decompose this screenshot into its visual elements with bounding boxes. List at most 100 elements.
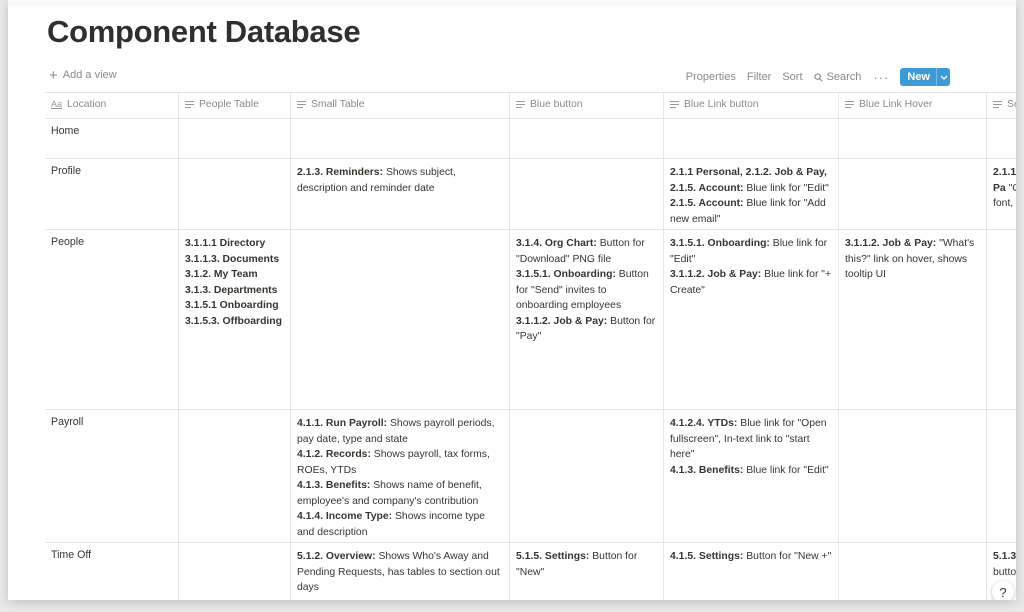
add-view-label: Add a view [62,69,117,81]
cell-entry: 2.1.3. Reminders: Shows subject, descrip… [297,165,503,196]
table-row: People 3.1.1.1 Directory 3.1.1.3. Document… [45,230,1016,410]
table-cell[interactable] [510,410,664,542]
entry-heading: 4.1.3. Benefits: [670,464,744,476]
location-cell[interactable]: Profile [45,159,179,229]
table-cell[interactable] [839,159,987,229]
table-cell[interactable]: 3.1.1.2. Job & Pay: "What's this?" link … [839,230,987,409]
cell-entry: 3.1.5.1 Onboarding [185,298,284,314]
sort-button[interactable]: Sort [782,71,802,83]
filter-button[interactable]: Filter [747,71,771,83]
table-cell[interactable]: 4.1.5. Settings: Button for "New +" [664,543,839,600]
table-cell[interactable] [839,410,987,542]
table-cell[interactable] [987,119,1016,158]
cell-entry: 2.1.1 Personal, 2.1.2. Job & Pay, [670,165,832,181]
entry-heading: 3.1.5.1. Onboarding: [670,238,770,249]
more-options-icon[interactable]: ··· [873,70,889,85]
column-header[interactable]: Aa Location [45,93,179,118]
entry-description: Button for "New +" [743,551,832,562]
table-cell[interactable] [987,230,1016,409]
help-button[interactable]: ? [992,581,1014,600]
column-header[interactable]: Blue Link Hover [839,93,987,118]
entry-heading: 3.1.1.2. Job & Pay: [845,238,937,249]
table-cell[interactable] [291,230,510,409]
text-property-icon [670,101,679,109]
table-cell[interactable]: 2.1.3. Reminders: Shows subject, descrip… [291,159,510,229]
cell-entry: 4.1.2. Records: Shows payroll, tax forms… [297,447,503,478]
entry-heading: 2.1.3. Reminders: [297,167,384,178]
table-cell[interactable] [179,543,291,600]
entry-heading: 4.1.2.4. YTDs: [670,418,738,429]
entry-heading: 3.1.1.2. Job & Pay: [516,315,608,327]
new-button[interactable]: New [900,68,950,86]
table-cell[interactable]: 5.1.2. Overview: Shows Who's Away and Pe… [291,543,510,600]
properties-button[interactable]: Properties [686,71,736,83]
table-row: Payroll 4.1.1. Run Payroll: Shows payroll… [45,410,1016,543]
table-cell[interactable] [839,119,987,158]
table-cell[interactable] [510,159,664,229]
add-view-button[interactable]: + Add a view [49,66,117,84]
entry-heading: 5.1.2. Overview: [297,551,376,562]
column-header[interactable]: Se [987,93,1016,118]
table-cell[interactable]: 3.1.5.1. Onboarding: Blue link for "Edit… [664,230,839,409]
table-cell[interactable] [987,410,1016,542]
table-row: Home [45,119,1016,159]
cell-entry: 2.1.5. Account: Blue link for "Add new e… [670,196,832,227]
column-header[interactable]: Blue Link button [664,93,839,118]
entry-heading: 3.1.5.3. Offboarding [185,315,282,327]
column-header[interactable]: Small Table [291,93,510,118]
cell-entry: 5.1.3 butto [993,549,1016,580]
column-header-label: Blue button [530,99,583,111]
entry-heading: 5.1.5. Settings: [516,551,590,562]
entry-description: Blue link for "Edit" [743,182,829,194]
cell-entry: 3.1.2. My Team [185,267,284,283]
table-cell[interactable]: 2.1.1. & Pa "Can font, [987,159,1016,229]
cell-entry: 2.1.1. & Pa "Can font, [993,165,1016,212]
column-header[interactable]: People Table [179,93,291,118]
table-cell[interactable]: 3.1.4. Org Chart: Button for "Download" … [510,230,664,409]
entry-heading: 2.1.1 Personal, 2.1.2. Job & Pay, [670,167,827,178]
table-cell[interactable]: 4.1.2.4. YTDs: Blue link for "Open fulls… [664,410,839,542]
cell-entry: 4.1.1. Run Payroll: Shows payroll period… [297,416,503,447]
column-header-label: Small Table [311,99,365,111]
table-cell[interactable]: 5.1.5. Settings: Button for "New" [510,543,664,600]
table-cell[interactable] [291,119,510,158]
table-cell[interactable]: 3.1.1.1 Directory 3.1.1.3. Documents 3.1.2… [179,230,291,409]
text-property-icon [297,101,306,109]
cell-entry: 4.1.2.4. YTDs: Blue link for "Open fulls… [670,416,832,463]
table-cell[interactable] [179,119,291,158]
table-cell[interactable] [664,119,839,158]
location-cell[interactable]: Home [45,119,179,158]
column-header[interactable]: Blue button [510,93,664,118]
search-button[interactable]: Search [813,71,861,83]
entry-heading: 3.1.5.1 Onboarding [185,300,279,311]
entry-heading: 4.1.2. Records: [297,449,371,460]
cell-entry: 4.1.3. Benefits: Blue link for "Edit" [670,463,832,479]
entry-description: Blue link for "Edit" [743,464,829,476]
entry-heading: 4.1.3. Benefits: [297,480,371,491]
table-cell[interactable]: 4.1.1. Run Payroll: Shows payroll period… [291,410,510,542]
location-cell[interactable]: Payroll [45,410,179,542]
entry-heading: 2.1.5. Account: [670,182,744,194]
plus-icon: + [49,66,58,84]
cell-entry: 3.1.4. Org Chart: Button for "Download" … [516,236,657,267]
table-cell[interactable]: 2.1.1 Personal, 2.1.2. Job & Pay, 2.1.5. … [664,159,839,229]
cell-entry: 3.1.3. Departments [185,283,284,299]
column-header-label: People Table [199,99,259,111]
entry-heading: 5.1.3 [993,551,1016,562]
cell-entry: 3.1.1.2. Job & Pay: "What's this?" link … [845,236,980,283]
cell-entry: 5.1.2. Overview: Shows Who's Away and Pe… [297,549,503,596]
cell-entry: 3.1.1.2. Job & Pay: Blue link for "+ Cre… [670,267,832,298]
location-cell[interactable]: Time Off [45,543,179,600]
top-edge [8,0,1016,6]
table-row: Profile 2.1.3. Reminders: Shows subject, … [45,159,1016,230]
location-cell[interactable]: People [45,230,179,409]
cell-entry: 4.1.3. Benefits: Shows name of benefit, … [297,478,503,509]
entry-heading: 2.1.5. Account: [670,198,744,209]
table-cell[interactable] [510,119,664,158]
table-cell[interactable] [839,543,987,600]
table-cell[interactable] [179,410,291,542]
chevron-down-icon[interactable] [936,68,950,86]
column-header-label: Location [67,99,107,111]
column-header-label: Blue Link button [684,99,759,111]
table-cell[interactable] [179,159,291,229]
